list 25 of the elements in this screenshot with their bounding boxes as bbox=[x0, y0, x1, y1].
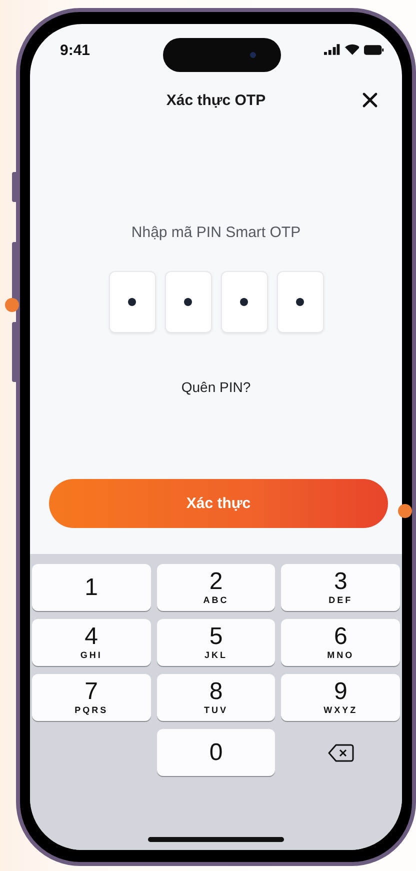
wifi-icon bbox=[344, 44, 360, 55]
keypad-key[interactable]: 6 MNO bbox=[281, 619, 400, 666]
keypad-key[interactable]: 7 PQRS bbox=[32, 674, 151, 721]
keypad-key[interactable]: 0 bbox=[156, 729, 276, 776]
keypad-key[interactable]: 4 GHI bbox=[32, 619, 151, 666]
pin-digit-field[interactable] bbox=[164, 271, 212, 333]
annotation-dot bbox=[5, 298, 19, 312]
forgot-pin-link[interactable]: Quên PIN? bbox=[181, 379, 251, 395]
close-icon bbox=[362, 92, 378, 108]
keypad-key[interactable]: 9 WXYZ bbox=[281, 674, 400, 721]
signal-icon bbox=[324, 44, 340, 55]
keypad-key[interactable]: 5 JKL bbox=[156, 619, 276, 666]
camera-lens-icon bbox=[249, 51, 257, 59]
pin-digit-field[interactable] bbox=[220, 271, 268, 333]
keypad-key[interactable]: 2 ABC bbox=[156, 564, 276, 611]
pin-prompt: Nhập mã PIN Smart OTP bbox=[130, 224, 302, 241]
screen-title: Xác thực OTP bbox=[166, 92, 266, 108]
keypad-key[interactable]: 8 TUV bbox=[156, 674, 276, 721]
keypad-key[interactable]: 1 bbox=[32, 564, 151, 611]
keypad-key[interactable]: 3 DEF bbox=[281, 564, 400, 611]
battery-icon bbox=[364, 44, 384, 54]
backspace-icon bbox=[328, 744, 354, 762]
pin-digit-field[interactable] bbox=[276, 271, 324, 333]
pin-digit-field[interactable] bbox=[108, 271, 156, 333]
status-time: 9:41 bbox=[60, 42, 92, 59]
